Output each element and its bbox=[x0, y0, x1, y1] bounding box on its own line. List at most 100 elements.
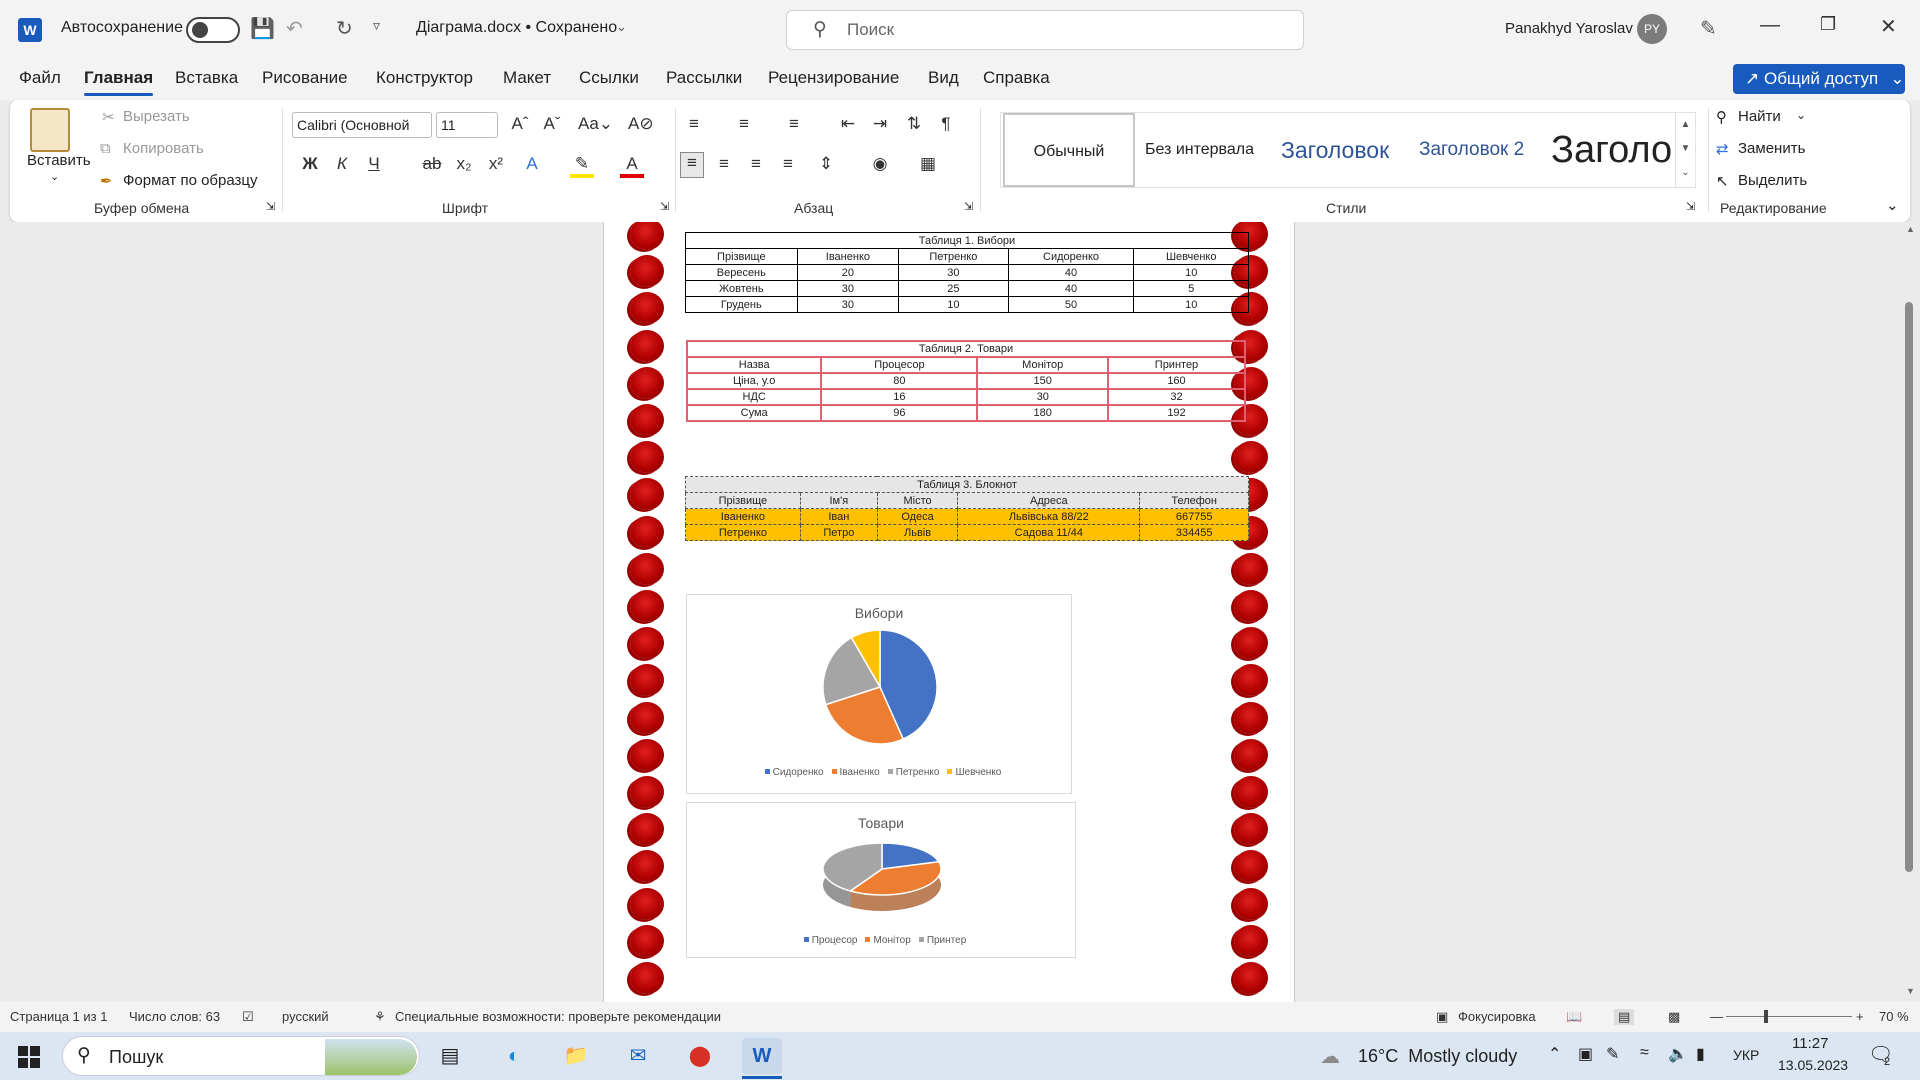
input-language[interactable]: УКР bbox=[1733, 1047, 1759, 1063]
table-notebook[interactable]: Таблиця 3. Блокнот Прізвище Ім'я Місто А… bbox=[685, 476, 1249, 541]
bullets-icon[interactable]: ≡ bbox=[682, 114, 706, 134]
task-view-icon[interactable]: ▤ bbox=[430, 1038, 470, 1074]
replace-icon[interactable]: ⇄ bbox=[1716, 140, 1729, 158]
hidden-icons-icon[interactable]: ⌃ bbox=[1548, 1044, 1561, 1064]
clock-date[interactable]: 13.05.2023 bbox=[1778, 1057, 1848, 1073]
find-icon[interactable]: ⚲ bbox=[1716, 108, 1727, 126]
cut-icon[interactable]: ✂ bbox=[102, 108, 115, 126]
align-center-icon[interactable]: ≡ bbox=[712, 154, 736, 174]
find-button[interactable]: Найти bbox=[1738, 108, 1781, 125]
battery-icon[interactable]: ▮ bbox=[1696, 1044, 1705, 1064]
file-explorer-icon[interactable]: 📁 bbox=[556, 1038, 596, 1074]
tab-references[interactable]: Ссылки bbox=[579, 68, 639, 88]
proofing-icon[interactable]: ☑ bbox=[242, 1009, 254, 1025]
font-name-combo[interactable]: Calibri (Основной bbox=[292, 112, 432, 138]
change-case-icon[interactable]: Aa⌄ bbox=[578, 114, 613, 134]
select-button[interactable]: Выделить bbox=[1738, 172, 1807, 189]
close-icon[interactable]: ✕ bbox=[1880, 14, 1897, 39]
chart-elections[interactable]: Вибори Сидоренко Іваненко Петренко Шевченко bbox=[686, 594, 1072, 794]
web-layout-icon[interactable]: ▩ bbox=[1668, 1009, 1680, 1025]
print-layout-icon[interactable]: ▤ bbox=[1614, 1009, 1635, 1025]
chart-goods[interactable]: Товари Процесор Монітор Принтер bbox=[686, 802, 1076, 958]
language[interactable]: русский bbox=[282, 1009, 329, 1024]
autosave-toggle[interactable] bbox=[186, 17, 240, 43]
numbering-icon[interactable]: ≡ bbox=[732, 114, 756, 134]
tab-mailings[interactable]: Рассылки bbox=[666, 68, 742, 88]
clock-time[interactable]: 11:27 bbox=[1792, 1035, 1828, 1052]
restore-icon[interactable]: ❐ bbox=[1820, 14, 1836, 35]
decrease-indent-icon[interactable]: ⇤ bbox=[836, 114, 860, 134]
minimize-icon[interactable]: — bbox=[1760, 14, 1780, 37]
undo-icon[interactable]: ↶ bbox=[286, 16, 303, 41]
font-color-icon[interactable]: A bbox=[620, 154, 644, 178]
style-normal[interactable]: Обычный bbox=[1003, 113, 1135, 187]
word-count[interactable]: Число слов: 63 bbox=[129, 1009, 220, 1024]
styles-scroll[interactable]: ▲ ▼ ⌄ bbox=[1675, 113, 1695, 187]
tab-review[interactable]: Рецензирование bbox=[768, 68, 899, 88]
customize-qat-icon[interactable]: ▿ bbox=[373, 17, 380, 34]
format-painter-button[interactable]: Формат по образцу bbox=[123, 172, 258, 189]
tab-view[interactable]: Вид bbox=[928, 68, 959, 88]
chrome-icon[interactable]: ⬤ bbox=[680, 1038, 720, 1074]
find-dropdown-icon[interactable]: ⌄ bbox=[1796, 108, 1806, 122]
bold-button[interactable]: Ж bbox=[298, 154, 322, 174]
meet-now-icon[interactable]: ▣ bbox=[1578, 1044, 1593, 1064]
table-goods[interactable]: Таблиця 2. Товари Назва Процесор Монітор… bbox=[685, 340, 1247, 422]
strikethrough-icon[interactable]: ab bbox=[420, 154, 444, 174]
document-page[interactable]: Таблиця 1. Вибори Прізвище Іваненко Петр… bbox=[603, 222, 1295, 1002]
weather-icon[interactable]: ☁ bbox=[1320, 1044, 1340, 1069]
italic-button[interactable]: К bbox=[330, 154, 354, 174]
tab-draw[interactable]: Рисование bbox=[262, 68, 348, 88]
select-icon[interactable]: ↖ bbox=[1716, 172, 1729, 190]
designer-pen-icon[interactable]: ✎ bbox=[1700, 16, 1717, 41]
document-title[interactable]: Діаграма.docx • Сохранено bbox=[416, 19, 617, 37]
superscript-icon[interactable]: x² bbox=[484, 154, 508, 174]
word-taskbar-icon[interactable]: W bbox=[742, 1038, 782, 1074]
focus-mode[interactable]: Фокусировка bbox=[1458, 1009, 1536, 1024]
justify-icon[interactable]: ≡ bbox=[776, 154, 800, 174]
tab-layout[interactable]: Макет bbox=[503, 68, 551, 88]
underline-button[interactable]: Ч bbox=[362, 154, 386, 174]
tab-design[interactable]: Конструктор bbox=[376, 68, 473, 88]
volume-icon[interactable]: 🔈 bbox=[1668, 1044, 1688, 1064]
zoom-slider-thumb[interactable] bbox=[1764, 1010, 1768, 1023]
format-painter-icon[interactable]: ✒ bbox=[100, 172, 113, 190]
weather-text[interactable]: 16°C Mostly cloudy bbox=[1358, 1046, 1517, 1067]
user-name[interactable]: Panakhyd Yaroslav bbox=[1505, 20, 1633, 37]
paste-button[interactable]: Вставить bbox=[27, 152, 91, 169]
redo-icon[interactable]: ↻ bbox=[336, 16, 353, 41]
edge-icon[interactable]: ◐ bbox=[494, 1038, 534, 1074]
align-left-icon[interactable]: ≡ bbox=[680, 152, 704, 178]
style-heading[interactable]: Заголовок bbox=[1281, 113, 1411, 187]
paste-dropdown-icon[interactable]: ⌄ bbox=[50, 170, 59, 183]
read-mode-icon[interactable]: 📖 bbox=[1566, 1009, 1582, 1025]
dialog-launcher-icon[interactable]: ⇲ bbox=[1686, 200, 1695, 213]
focus-icon[interactable]: ▣ bbox=[1436, 1009, 1448, 1025]
copy-icon[interactable]: ⧉ bbox=[100, 140, 111, 157]
page-count[interactable]: Страница 1 из 1 bbox=[10, 1009, 107, 1024]
tab-insert[interactable]: Вставка bbox=[175, 68, 238, 88]
accessibility-status[interactable]: Специальные возможности: проверьте реком… bbox=[395, 1009, 721, 1024]
style-title[interactable]: Заголо bbox=[1551, 113, 1673, 187]
start-icon[interactable] bbox=[18, 1046, 40, 1068]
shrink-font-icon[interactable]: Aˇ bbox=[540, 114, 564, 134]
replace-button[interactable]: Заменить bbox=[1738, 140, 1805, 157]
scroll-down-icon[interactable]: ▼ bbox=[1906, 986, 1915, 996]
line-spacing-icon[interactable]: ⇕ bbox=[814, 154, 838, 174]
multilevel-list-icon[interactable]: ≡ bbox=[782, 114, 806, 134]
dialog-launcher-icon[interactable]: ⇲ bbox=[964, 200, 973, 213]
subscript-icon[interactable]: x₂ bbox=[452, 154, 476, 174]
font-size-combo[interactable]: 11 bbox=[436, 112, 498, 138]
increase-indent-icon[interactable]: ⇥ bbox=[868, 114, 892, 134]
grow-font-icon[interactable]: Aˆ bbox=[508, 114, 532, 134]
clear-formatting-icon[interactable]: A⊘ bbox=[628, 114, 654, 134]
tab-file[interactable]: Файл bbox=[19, 68, 61, 88]
sort-icon[interactable]: ⇅ bbox=[902, 114, 926, 134]
scroll-thumb[interactable] bbox=[1905, 302, 1913, 872]
borders-icon[interactable]: ▦ bbox=[916, 154, 940, 174]
tab-home[interactable]: Главная bbox=[84, 68, 154, 96]
copy-button[interactable]: Копировать bbox=[123, 140, 204, 157]
share-button[interactable]: ↗ Общий доступ ⌄ bbox=[1733, 64, 1905, 94]
shading-icon[interactable]: ◉ bbox=[868, 154, 892, 174]
chevron-down-icon[interactable]: ⌄ bbox=[616, 19, 627, 35]
